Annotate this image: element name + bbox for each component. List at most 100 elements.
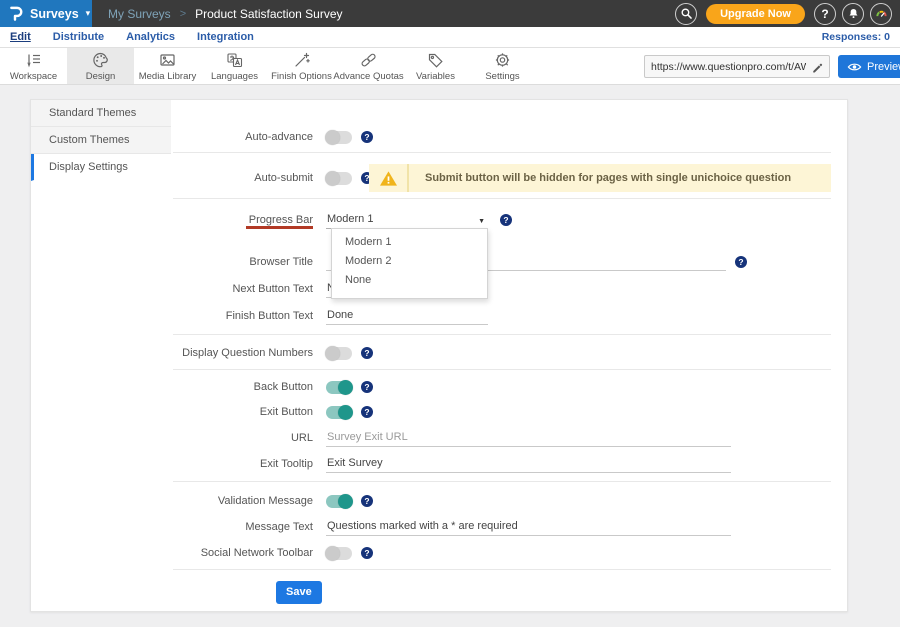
browser-title-help-icon[interactable]: ? — [735, 256, 747, 268]
sidebar-item-custom-themes[interactable]: Custom Themes — [31, 127, 171, 154]
brand-label: Surveys — [30, 7, 79, 21]
notifications-bell-icon[interactable] — [842, 3, 864, 25]
display-question-numbers-row: Display Question Numbers ? — [171, 344, 373, 362]
exit-button-toggle[interactable] — [326, 406, 352, 419]
auto-submit-row: Auto-submit ? — [171, 164, 373, 192]
display-question-numbers-help-icon[interactable]: ? — [361, 347, 373, 359]
social-network-toolbar-help-icon[interactable]: ? — [361, 547, 373, 559]
settings-gear-icon — [493, 51, 512, 69]
search-icon[interactable] — [675, 3, 697, 25]
auto-advance-row: Auto-advance ? — [171, 128, 373, 146]
divider — [173, 152, 831, 153]
progress-bar-label: Progress Bar — [171, 214, 313, 226]
eye-icon — [847, 61, 862, 73]
toolbar-item-settings[interactable]: Settings — [469, 48, 536, 84]
social-network-toolbar-row: Social Network Toolbar ? — [171, 544, 373, 562]
nav-tab-analytics[interactable]: Analytics — [126, 31, 175, 43]
toolbar-item-design[interactable]: Design — [67, 48, 134, 84]
questionpro-logo-icon — [9, 5, 24, 22]
auto-advance-toggle[interactable] — [326, 131, 352, 144]
auto-submit-warning-banner: Submit button will be hidden for pages w… — [369, 164, 831, 192]
toolbar-item-advance-quotas[interactable]: Advance Quotas — [335, 48, 402, 84]
advance-quotas-chain-icon — [359, 51, 378, 69]
breadcrumb-current: Product Satisfaction Survey — [195, 7, 342, 21]
help-icon[interactable]: ? — [814, 3, 836, 25]
edit-url-pencil-icon[interactable] — [811, 61, 823, 73]
breadcrumb: My Surveys > Product Satisfaction Survey — [108, 7, 343, 21]
auto-advance-help-icon[interactable]: ? — [361, 131, 373, 143]
exit-tooltip-input[interactable]: Exit Survey — [326, 456, 731, 473]
toolbar-item-media-library[interactable]: Media Library — [134, 48, 201, 84]
exit-button-label: Exit Button — [171, 406, 313, 418]
progress-bar-select[interactable]: Modern 1 ▼ — [326, 212, 488, 229]
message-text-input[interactable]: Questions marked with a * are required — [326, 519, 731, 536]
chevron-down-icon: ▼ — [478, 218, 485, 225]
toolbar-item-finish-options[interactable]: Finish Options — [268, 48, 335, 84]
message-text-row: Message Text Questions marked with a * a… — [171, 518, 731, 536]
display-question-numbers-toggle[interactable] — [326, 347, 352, 360]
toolbar-item-workspace[interactable]: Workspace — [0, 48, 67, 84]
annotation-red-underline — [246, 226, 313, 229]
progress-bar-dropdown: Modern 1 Modern 2 None — [331, 228, 488, 299]
usage-meter-gauge-icon[interactable] — [870, 3, 892, 25]
design-toolbar: Workspace Design Media Library Languages… — [0, 48, 900, 85]
save-button[interactable]: Save — [276, 581, 322, 604]
divider — [173, 481, 831, 482]
next-button-text-label: Next Button Text — [171, 283, 313, 295]
exit-button-help-icon[interactable]: ? — [361, 406, 373, 418]
sidebar-item-display-settings[interactable]: Display Settings — [31, 154, 171, 181]
breadcrumb-parent[interactable]: My Surveys — [108, 7, 171, 21]
progress-bar-row: Progress Bar Modern 1 ▼ ? Modern 1 Moder… — [171, 211, 512, 229]
back-button-row: Back Button ? — [171, 378, 373, 396]
finish-button-text-input[interactable]: Done — [326, 308, 488, 325]
social-network-toolbar-label: Social Network Toolbar — [171, 547, 313, 559]
upgrade-now-button[interactable]: Upgrade Now — [706, 4, 805, 24]
variables-tag-icon — [426, 51, 445, 69]
finish-options-wand-icon — [292, 51, 311, 69]
display-question-numbers-label: Display Question Numbers — [171, 347, 313, 359]
preview-button[interactable]: Preview — [838, 55, 900, 78]
dropdown-option-none[interactable]: None — [332, 270, 487, 289]
exit-tooltip-row: Exit Tooltip Exit Survey — [171, 455, 731, 473]
finish-button-text-label: Finish Button Text — [171, 310, 313, 322]
nav-tab-edit[interactable]: Edit — [10, 31, 31, 43]
exit-tooltip-label: Exit Tooltip — [171, 458, 313, 470]
survey-url-text: https://www.questionpro.com/t/AW22Zh44 — [651, 61, 806, 73]
back-button-help-icon[interactable]: ? — [361, 381, 373, 393]
auto-submit-toggle[interactable] — [326, 172, 352, 185]
dropdown-option-modern-2[interactable]: Modern 2 — [332, 251, 487, 270]
auto-submit-label: Auto-submit — [171, 172, 313, 184]
validation-message-toggle[interactable] — [326, 495, 352, 508]
exit-url-row: URL Survey Exit URL — [171, 429, 731, 447]
validation-message-help-icon[interactable]: ? — [361, 495, 373, 507]
dropdown-option-modern-1[interactable]: Modern 1 — [332, 232, 487, 251]
display-settings-form: Auto-advance ? Auto-submit ? Submi — [171, 100, 847, 611]
toolbar-item-languages[interactable]: Languages — [201, 48, 268, 84]
divider — [173, 334, 831, 335]
progress-bar-selected-value: Modern 1 — [327, 213, 373, 225]
divider — [173, 569, 831, 570]
divider — [173, 198, 831, 199]
nav-tab-distribute[interactable]: Distribute — [53, 31, 104, 43]
exit-url-label: URL — [171, 432, 313, 444]
nav-tab-integration[interactable]: Integration — [197, 31, 254, 43]
message-text-label: Message Text — [171, 521, 313, 533]
exit-url-input[interactable]: Survey Exit URL — [326, 430, 731, 447]
toolbar-item-variables[interactable]: Variables — [402, 48, 469, 84]
back-button-label: Back Button — [171, 381, 313, 393]
page-background: Standard Themes Custom Themes Display Se… — [0, 85, 900, 627]
responses-count[interactable]: Responses: 0 — [822, 31, 890, 43]
validation-message-label: Validation Message — [171, 495, 313, 507]
back-button-toggle[interactable] — [326, 381, 352, 394]
progress-bar-help-icon[interactable]: ? — [500, 214, 512, 226]
sidebar-item-standard-themes[interactable]: Standard Themes — [31, 100, 171, 127]
product-switcher[interactable]: Surveys ▾ — [0, 0, 92, 27]
header-actions: Upgrade Now ? — [675, 3, 900, 25]
social-network-toolbar-toggle[interactable] — [326, 547, 352, 560]
section-nav: Edit Distribute Analytics Integration Re… — [0, 27, 900, 48]
divider — [173, 369, 831, 370]
workspace-icon — [24, 51, 43, 69]
warning-text: Submit button will be hidden for pages w… — [409, 172, 791, 184]
settings-sidebar: Standard Themes Custom Themes Display Se… — [31, 100, 171, 181]
survey-url-box[interactable]: https://www.questionpro.com/t/AW22Zh44 — [644, 55, 830, 78]
